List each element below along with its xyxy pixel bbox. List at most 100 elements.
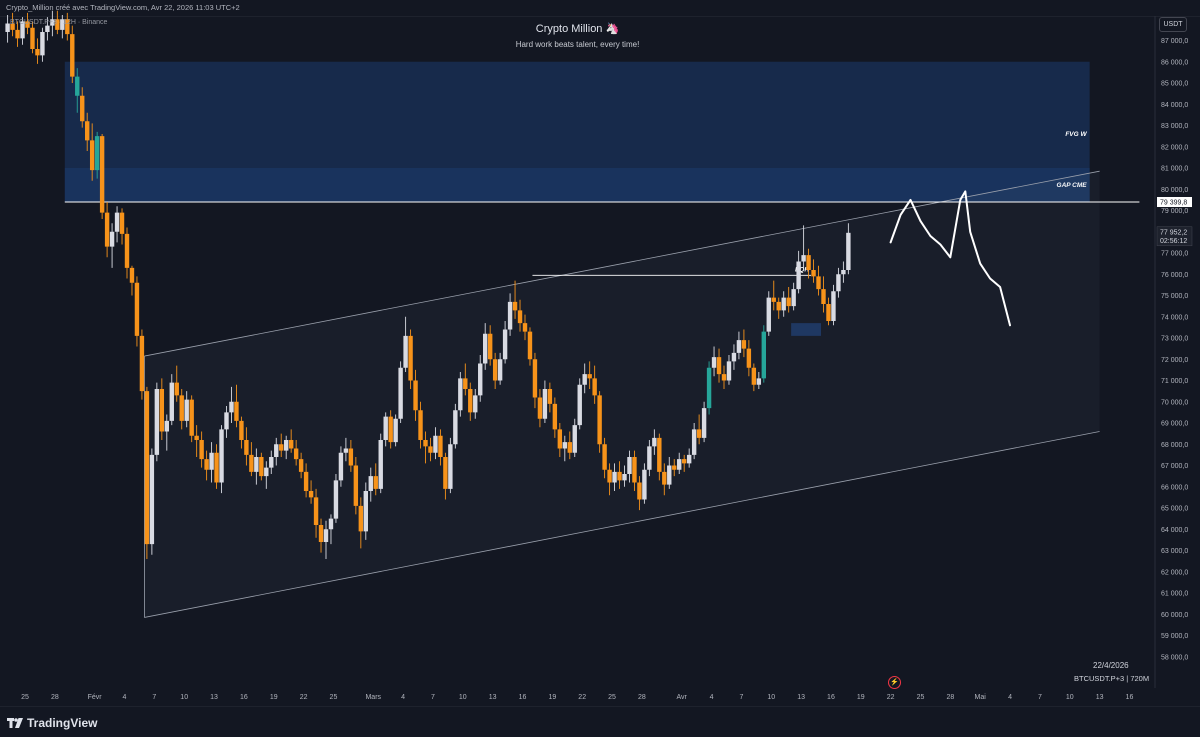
candle-body — [119, 212, 125, 234]
candle-body — [647, 446, 652, 470]
y-tick-label: 79 000,0 — [1161, 208, 1188, 215]
candle-body — [333, 480, 339, 519]
candle-body — [239, 420, 244, 440]
candlestick-chart[interactable]: FVG WGAP CMEEQH58 000,059 000,060 000,06… — [0, 0, 1200, 736]
candle-body — [607, 469, 612, 483]
candle-body — [398, 367, 403, 419]
currency-button[interactable]: USDT — [1159, 17, 1187, 32]
y-tick-label: 66 000,0 — [1161, 484, 1188, 491]
y-tick-label: 69 000,0 — [1161, 421, 1188, 428]
candle-body — [144, 391, 150, 545]
x-tick-label: 22 — [887, 694, 895, 701]
x-tick-label: 7 — [152, 694, 156, 701]
candle-body — [269, 457, 274, 468]
x-tick-label: 13 — [210, 694, 218, 701]
candle-body — [677, 459, 682, 470]
candle-body — [846, 232, 851, 270]
y-tick-label: 71 000,0 — [1161, 378, 1188, 385]
candle-body — [657, 437, 662, 472]
candle-body — [433, 435, 438, 453]
candle-body — [259, 457, 264, 477]
candle-body — [159, 389, 165, 432]
candle-body — [149, 454, 155, 545]
candle-body — [388, 416, 393, 443]
candle-body — [701, 408, 707, 438]
candle-body — [577, 384, 582, 426]
x-tick-label: 13 — [489, 694, 497, 701]
candle-body — [776, 301, 781, 311]
candle-body — [413, 380, 418, 411]
x-tick-label: 13 — [1096, 694, 1104, 701]
candle-body — [229, 401, 234, 413]
candle-body — [234, 401, 239, 421]
alert-icon[interactable]: ⚡ — [888, 676, 901, 689]
candle-body — [35, 49, 40, 56]
y-tick-label: 63 000,0 — [1161, 548, 1188, 555]
y-tick-label: 68 000,0 — [1161, 442, 1188, 449]
candle-body — [174, 382, 179, 396]
candle-body — [622, 474, 627, 481]
candle-body — [328, 518, 334, 530]
y-tick-label: 65 000,0 — [1161, 506, 1188, 513]
candle-body — [428, 446, 433, 453]
candle-body — [497, 359, 503, 381]
x-tick-label: 16 — [1126, 694, 1134, 701]
candle-body — [478, 363, 483, 396]
candle-body — [343, 448, 349, 453]
y-tick-label: 81 000,0 — [1161, 166, 1188, 173]
x-tick-label: 7 — [431, 694, 435, 701]
candle-body — [214, 452, 219, 483]
x-tick-label: 10 — [459, 694, 467, 701]
x-tick-label: 4 — [123, 694, 127, 701]
candle-body — [249, 454, 254, 472]
y-tick-label: 86 000,0 — [1161, 59, 1188, 66]
candle-body — [632, 457, 637, 483]
candle-body — [179, 395, 184, 421]
candle-body — [522, 323, 528, 332]
candle-body — [766, 297, 771, 332]
candle-body — [313, 497, 319, 525]
y-tick-label: 75 000,0 — [1161, 293, 1188, 300]
candle-body — [826, 304, 831, 321]
candle-body — [284, 440, 289, 451]
price-label: 77 952,2 — [1160, 229, 1187, 236]
candle-body — [219, 429, 224, 483]
candle-body — [512, 301, 518, 311]
x-tick-label: 25 — [330, 694, 338, 701]
candle-body — [572, 425, 577, 453]
tradingview-logo[interactable]: TradingView — [7, 716, 97, 730]
y-tick-label: 80 000,0 — [1161, 187, 1188, 194]
candle-body — [129, 267, 135, 283]
x-tick-label: 7 — [739, 694, 743, 701]
y-tick-label: 70 000,0 — [1161, 399, 1188, 406]
candle-body — [189, 399, 194, 436]
x-tick-label: 16 — [519, 694, 527, 701]
x-tick-label: 4 — [710, 694, 714, 701]
chart-title: Crypto Million 🦄 — [535, 23, 620, 35]
candle-body — [458, 378, 463, 411]
candle-body — [816, 276, 821, 290]
candle-body — [527, 331, 533, 360]
candle-body — [796, 261, 801, 290]
candle-body — [443, 457, 448, 489]
bottom-bar: TradingView — [0, 706, 1200, 737]
footer-symbol: BTCUSDT.P+3 | 720M — [1074, 674, 1150, 683]
y-tick-label: 61 000,0 — [1161, 591, 1188, 598]
candle-body — [746, 348, 752, 368]
candle-body — [721, 374, 727, 381]
candle-body — [104, 212, 110, 247]
x-tick-label: 25 — [917, 694, 925, 701]
candle-body — [771, 297, 776, 302]
candle-body — [487, 333, 493, 360]
candle-body — [502, 329, 508, 360]
candle-body — [672, 465, 677, 470]
candle-body — [438, 435, 443, 457]
candle-body — [552, 403, 558, 430]
candle-body — [831, 291, 836, 321]
zone-gap-cme — [64, 168, 1090, 202]
candle-body — [682, 459, 687, 464]
x-tick-label: 25 — [608, 694, 616, 701]
candle-body — [597, 395, 602, 445]
y-tick-label: 74 000,0 — [1161, 314, 1188, 321]
candle-body — [94, 136, 100, 171]
